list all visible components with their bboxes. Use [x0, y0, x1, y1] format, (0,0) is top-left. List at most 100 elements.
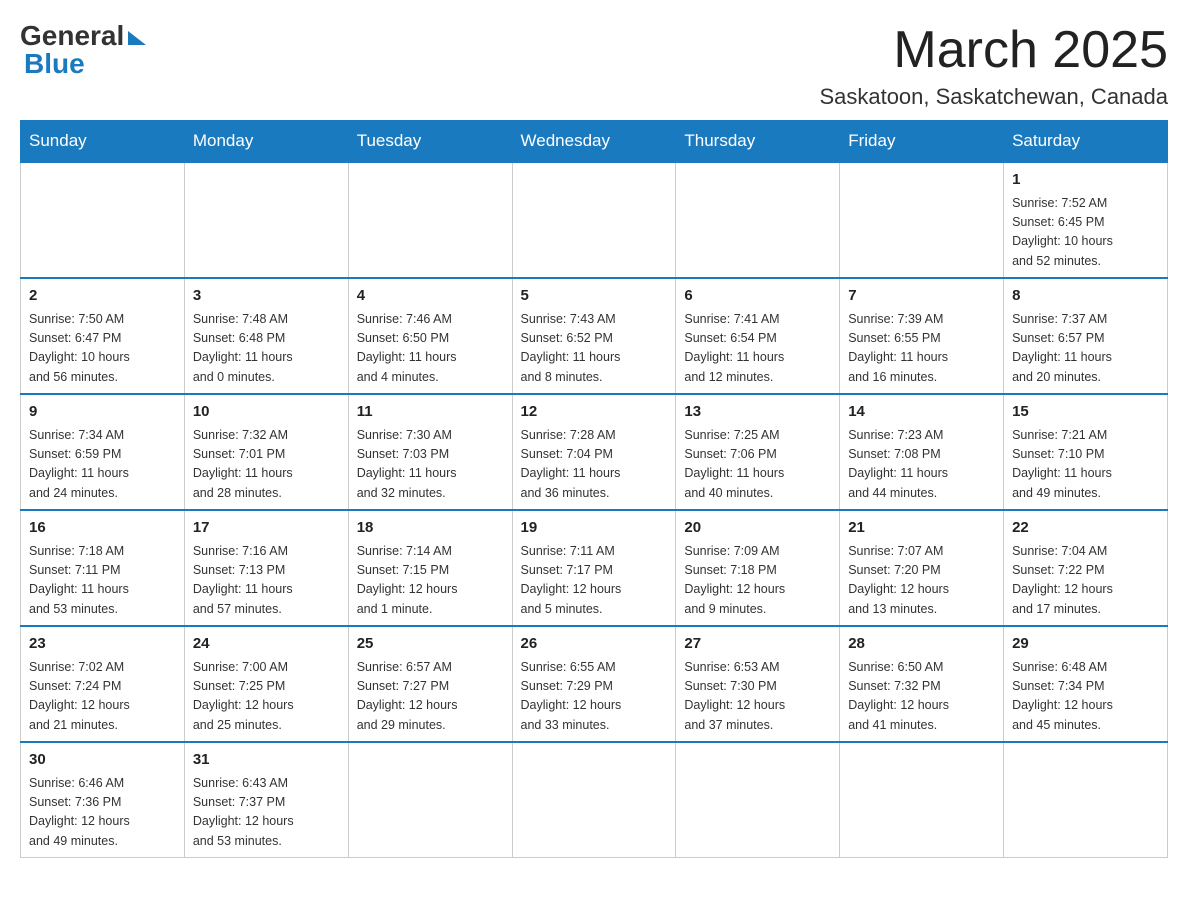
day-info: Sunrise: 7:37 AM Sunset: 6:57 PM Dayligh…	[1012, 310, 1159, 388]
day-info: Sunrise: 6:48 AM Sunset: 7:34 PM Dayligh…	[1012, 658, 1159, 736]
day-number: 27	[684, 633, 831, 656]
calendar-cell	[512, 162, 676, 278]
calendar-cell: 20Sunrise: 7:09 AM Sunset: 7:18 PM Dayli…	[676, 510, 840, 626]
calendar-cell: 25Sunrise: 6:57 AM Sunset: 7:27 PM Dayli…	[348, 626, 512, 742]
day-info: Sunrise: 6:57 AM Sunset: 7:27 PM Dayligh…	[357, 658, 504, 736]
calendar-week-5: 23Sunrise: 7:02 AM Sunset: 7:24 PM Dayli…	[21, 626, 1168, 742]
day-info: Sunrise: 7:48 AM Sunset: 6:48 PM Dayligh…	[193, 310, 340, 388]
calendar-cell: 1Sunrise: 7:52 AM Sunset: 6:45 PM Daylig…	[1004, 162, 1168, 278]
month-title: March 2025	[819, 20, 1168, 80]
day-info: Sunrise: 7:50 AM Sunset: 6:47 PM Dayligh…	[29, 310, 176, 388]
day-number: 14	[848, 401, 995, 424]
calendar-week-4: 16Sunrise: 7:18 AM Sunset: 7:11 PM Dayli…	[21, 510, 1168, 626]
day-number: 1	[1012, 169, 1159, 192]
day-number: 11	[357, 401, 504, 424]
calendar-cell: 22Sunrise: 7:04 AM Sunset: 7:22 PM Dayli…	[1004, 510, 1168, 626]
day-number: 4	[357, 285, 504, 308]
weekday-header-sunday: Sunday	[21, 121, 185, 163]
weekday-header-monday: Monday	[184, 121, 348, 163]
calendar-cell	[1004, 742, 1168, 858]
day-info: Sunrise: 6:53 AM Sunset: 7:30 PM Dayligh…	[684, 658, 831, 736]
calendar-cell	[184, 162, 348, 278]
day-number: 10	[193, 401, 340, 424]
calendar-cell: 15Sunrise: 7:21 AM Sunset: 7:10 PM Dayli…	[1004, 394, 1168, 510]
logo-triangle-icon	[128, 31, 146, 45]
day-info: Sunrise: 7:00 AM Sunset: 7:25 PM Dayligh…	[193, 658, 340, 736]
day-info: Sunrise: 7:07 AM Sunset: 7:20 PM Dayligh…	[848, 542, 995, 620]
day-info: Sunrise: 7:32 AM Sunset: 7:01 PM Dayligh…	[193, 426, 340, 504]
day-number: 12	[521, 401, 668, 424]
calendar-cell: 31Sunrise: 6:43 AM Sunset: 7:37 PM Dayli…	[184, 742, 348, 858]
day-number: 31	[193, 749, 340, 772]
calendar-cell: 9Sunrise: 7:34 AM Sunset: 6:59 PM Daylig…	[21, 394, 185, 510]
calendar-cell	[348, 742, 512, 858]
day-info: Sunrise: 7:43 AM Sunset: 6:52 PM Dayligh…	[521, 310, 668, 388]
calendar-week-6: 30Sunrise: 6:46 AM Sunset: 7:36 PM Dayli…	[21, 742, 1168, 858]
day-number: 17	[193, 517, 340, 540]
day-info: Sunrise: 7:11 AM Sunset: 7:17 PM Dayligh…	[521, 542, 668, 620]
day-info: Sunrise: 6:43 AM Sunset: 7:37 PM Dayligh…	[193, 774, 340, 852]
day-number: 6	[684, 285, 831, 308]
weekday-header-saturday: Saturday	[1004, 121, 1168, 163]
day-number: 9	[29, 401, 176, 424]
day-number: 5	[521, 285, 668, 308]
day-info: Sunrise: 6:46 AM Sunset: 7:36 PM Dayligh…	[29, 774, 176, 852]
calendar-week-1: 1Sunrise: 7:52 AM Sunset: 6:45 PM Daylig…	[21, 162, 1168, 278]
day-number: 18	[357, 517, 504, 540]
title-block: March 2025 Saskatoon, Saskatchewan, Cana…	[819, 20, 1168, 110]
calendar-cell	[840, 742, 1004, 858]
calendar-cell	[676, 162, 840, 278]
calendar-cell: 17Sunrise: 7:16 AM Sunset: 7:13 PM Dayli…	[184, 510, 348, 626]
day-number: 2	[29, 285, 176, 308]
calendar-cell: 6Sunrise: 7:41 AM Sunset: 6:54 PM Daylig…	[676, 278, 840, 394]
day-info: Sunrise: 6:55 AM Sunset: 7:29 PM Dayligh…	[521, 658, 668, 736]
calendar-cell: 24Sunrise: 7:00 AM Sunset: 7:25 PM Dayli…	[184, 626, 348, 742]
day-number: 25	[357, 633, 504, 656]
calendar-cell: 5Sunrise: 7:43 AM Sunset: 6:52 PM Daylig…	[512, 278, 676, 394]
calendar-cell: 23Sunrise: 7:02 AM Sunset: 7:24 PM Dayli…	[21, 626, 185, 742]
calendar-cell: 12Sunrise: 7:28 AM Sunset: 7:04 PM Dayli…	[512, 394, 676, 510]
calendar-cell: 19Sunrise: 7:11 AM Sunset: 7:17 PM Dayli…	[512, 510, 676, 626]
calendar-cell: 2Sunrise: 7:50 AM Sunset: 6:47 PM Daylig…	[21, 278, 185, 394]
day-info: Sunrise: 7:39 AM Sunset: 6:55 PM Dayligh…	[848, 310, 995, 388]
calendar-cell: 8Sunrise: 7:37 AM Sunset: 6:57 PM Daylig…	[1004, 278, 1168, 394]
logo-blue-text: Blue	[24, 48, 85, 80]
calendar-cell: 21Sunrise: 7:07 AM Sunset: 7:20 PM Dayli…	[840, 510, 1004, 626]
day-info: Sunrise: 7:04 AM Sunset: 7:22 PM Dayligh…	[1012, 542, 1159, 620]
day-number: 28	[848, 633, 995, 656]
weekday-header-thursday: Thursday	[676, 121, 840, 163]
calendar-week-3: 9Sunrise: 7:34 AM Sunset: 6:59 PM Daylig…	[21, 394, 1168, 510]
weekday-header-tuesday: Tuesday	[348, 121, 512, 163]
calendar-week-2: 2Sunrise: 7:50 AM Sunset: 6:47 PM Daylig…	[21, 278, 1168, 394]
day-info: Sunrise: 7:34 AM Sunset: 6:59 PM Dayligh…	[29, 426, 176, 504]
calendar-cell: 28Sunrise: 6:50 AM Sunset: 7:32 PM Dayli…	[840, 626, 1004, 742]
calendar-cell: 11Sunrise: 7:30 AM Sunset: 7:03 PM Dayli…	[348, 394, 512, 510]
day-number: 20	[684, 517, 831, 540]
weekday-header-wednesday: Wednesday	[512, 121, 676, 163]
calendar-cell: 30Sunrise: 6:46 AM Sunset: 7:36 PM Dayli…	[21, 742, 185, 858]
day-info: Sunrise: 7:09 AM Sunset: 7:18 PM Dayligh…	[684, 542, 831, 620]
day-info: Sunrise: 6:50 AM Sunset: 7:32 PM Dayligh…	[848, 658, 995, 736]
calendar-cell	[348, 162, 512, 278]
weekday-header-friday: Friday	[840, 121, 1004, 163]
day-info: Sunrise: 7:46 AM Sunset: 6:50 PM Dayligh…	[357, 310, 504, 388]
day-number: 3	[193, 285, 340, 308]
day-number: 24	[193, 633, 340, 656]
day-info: Sunrise: 7:25 AM Sunset: 7:06 PM Dayligh…	[684, 426, 831, 504]
calendar-header-row: SundayMondayTuesdayWednesdayThursdayFrid…	[21, 121, 1168, 163]
calendar-cell: 29Sunrise: 6:48 AM Sunset: 7:34 PM Dayli…	[1004, 626, 1168, 742]
calendar-cell: 13Sunrise: 7:25 AM Sunset: 7:06 PM Dayli…	[676, 394, 840, 510]
day-info: Sunrise: 7:16 AM Sunset: 7:13 PM Dayligh…	[193, 542, 340, 620]
day-info: Sunrise: 7:02 AM Sunset: 7:24 PM Dayligh…	[29, 658, 176, 736]
calendar-cell	[840, 162, 1004, 278]
day-number: 19	[521, 517, 668, 540]
calendar-cell: 10Sunrise: 7:32 AM Sunset: 7:01 PM Dayli…	[184, 394, 348, 510]
day-number: 16	[29, 517, 176, 540]
day-info: Sunrise: 7:21 AM Sunset: 7:10 PM Dayligh…	[1012, 426, 1159, 504]
calendar-cell: 7Sunrise: 7:39 AM Sunset: 6:55 PM Daylig…	[840, 278, 1004, 394]
calendar-table: SundayMondayTuesdayWednesdayThursdayFrid…	[20, 120, 1168, 858]
day-number: 22	[1012, 517, 1159, 540]
calendar-cell: 4Sunrise: 7:46 AM Sunset: 6:50 PM Daylig…	[348, 278, 512, 394]
calendar-cell: 3Sunrise: 7:48 AM Sunset: 6:48 PM Daylig…	[184, 278, 348, 394]
day-info: Sunrise: 7:52 AM Sunset: 6:45 PM Dayligh…	[1012, 194, 1159, 272]
